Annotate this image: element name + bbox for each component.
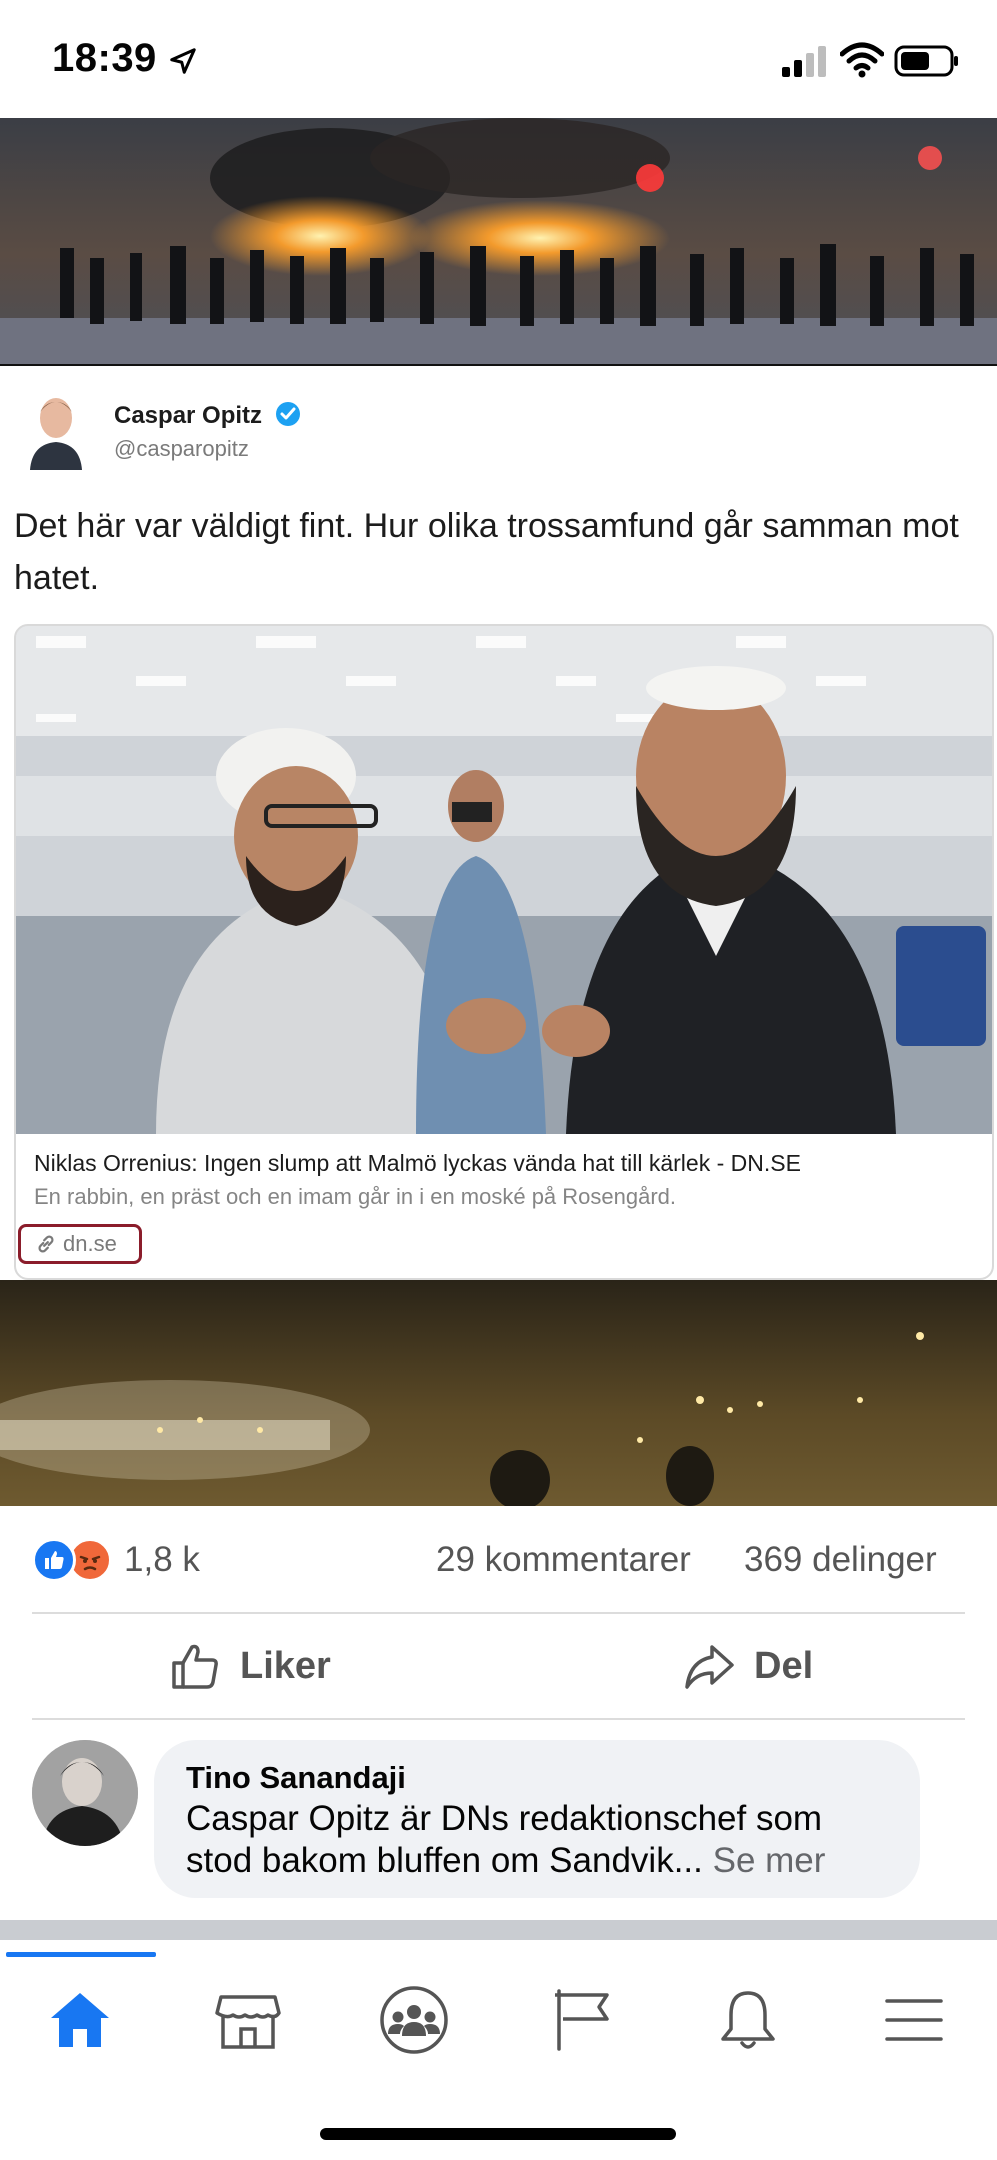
menu-icon: [885, 1999, 943, 2041]
divider: [32, 1718, 965, 1720]
commenter-avatar[interactable]: [32, 1740, 138, 1846]
home-indicator[interactable]: [320, 2128, 676, 2140]
tweet-author-handle: @casparopitz: [114, 436, 249, 461]
like-reaction-icon: [32, 1538, 76, 1582]
home-icon: [51, 1993, 109, 2047]
divider: [32, 1612, 965, 1614]
location-arrow-icon: [170, 48, 196, 74]
status-time: 18:39: [52, 36, 157, 80]
notifications-bell-icon: [721, 1991, 775, 2049]
comment-author[interactable]: Tino Sanandaji: [186, 1758, 888, 1798]
link-preview-description: En rabbin, en präst och en imam går in i…: [34, 1184, 677, 1209]
marketplace-icon: [215, 1995, 281, 2049]
reaction-count: 1,8 k: [124, 1540, 200, 1579]
nav-groups[interactable]: [374, 1980, 454, 2060]
link-domain: dn.se: [63, 1231, 117, 1256]
riot-photo-bottom: [0, 1280, 997, 1506]
thumbs-up-icon: [172, 1644, 218, 1689]
share-button[interactable]: Del: [682, 1636, 813, 1696]
comment-text-line-2: stod bakom bluffen om Sandvik...: [186, 1841, 703, 1880]
share-arrow-icon: [685, 1645, 734, 1689]
link-preview-photo: [16, 626, 992, 1134]
tweet-author-avatar: [26, 390, 86, 470]
bottom-navigation: [0, 1940, 997, 2160]
active-tab-indicator: [6, 1952, 156, 1957]
link-preview-title: Niklas Orrenius: Ingen slump att Malmö l…: [34, 1150, 801, 1176]
feed-separator: [0, 1920, 997, 1940]
cellular-signal-icon: [782, 46, 826, 77]
tweet-author-name: Caspar Opitz: [114, 402, 263, 429]
nav-marketplace[interactable]: [208, 1980, 288, 2060]
nav-pages[interactable]: [542, 1980, 622, 2060]
comment-text-line-1: Caspar Opitz är DNs redaktionschef som: [186, 1799, 823, 1838]
see-more-link[interactable]: Se mer: [713, 1841, 826, 1880]
comment-text: Caspar Opitz är DNs redaktionschef som s…: [186, 1798, 888, 1882]
verified-badge-icon: [276, 402, 300, 426]
comment-bubble[interactable]: Tino Sanandaji Caspar Opitz är DNs redak…: [154, 1740, 920, 1898]
nav-home[interactable]: [40, 1980, 120, 2060]
post-image[interactable]: Caspar Opitz @casparopitz Det här var vä…: [0, 118, 997, 1506]
comments-count-link[interactable]: 29 kommentarer: [436, 1540, 691, 1580]
status-bar: 18:39: [0, 0, 997, 118]
share-label: Del: [754, 1644, 814, 1687]
thumbs-up-icon: [45, 1551, 64, 1569]
pages-flag-icon: [555, 1989, 609, 2051]
wifi-icon: [840, 42, 884, 78]
link-domain-badge[interactable]: dn.se: [18, 1224, 142, 1264]
like-button[interactable]: Liker: [168, 1636, 331, 1696]
groups-icon: [380, 1986, 448, 2054]
shares-count-link[interactable]: 369 delinger: [744, 1540, 937, 1580]
like-label: Liker: [240, 1644, 331, 1687]
riot-photo-top: [0, 118, 997, 366]
link-chain-icon: [38, 1235, 54, 1253]
nav-notifications[interactable]: [708, 1980, 788, 2060]
link-preview-card[interactable]: Niklas Orrenius: Ingen slump att Malmö l…: [14, 624, 994, 1280]
tweet-text: Det här var väldigt fint. Hur olika tros…: [14, 507, 959, 597]
battery-icon: [894, 45, 958, 77]
nav-menu[interactable]: [874, 1980, 954, 2060]
reactions-summary[interactable]: 1,8 k: [32, 1535, 200, 1585]
